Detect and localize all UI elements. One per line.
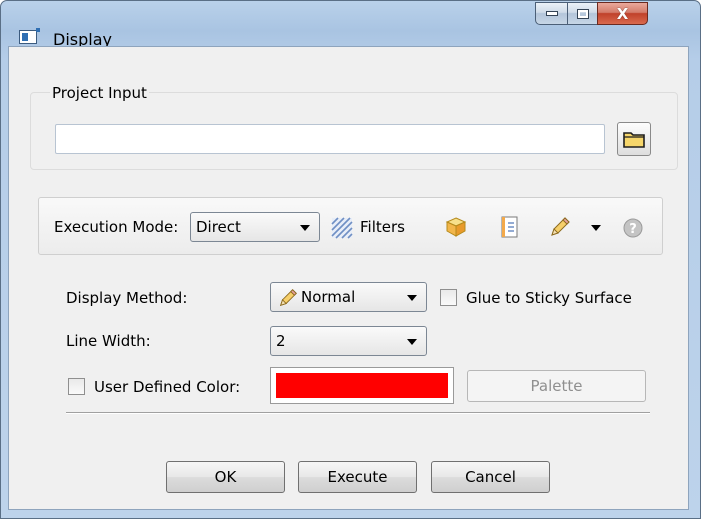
user-color-label[interactable]: User Defined Color: [94,378,240,396]
cube-icon[interactable] [445,216,467,238]
document-icon[interactable] [500,215,520,239]
title-bar[interactable]: Display X [1,1,700,49]
pencil-icon[interactable] [548,215,572,239]
maximize-icon [576,8,589,19]
line-width-label: Line Width: [66,332,151,350]
line-width-value: 2 [276,332,286,350]
execution-mode-value: Direct [196,218,241,236]
execute-button[interactable]: Execute [298,461,417,493]
glue-label[interactable]: Glue to Sticky Surface [466,289,632,307]
palette-button[interactable]: Palette [467,370,646,402]
window-app-icon [19,28,40,44]
separator-highlight [66,413,650,414]
execution-mode-select[interactable]: Direct [190,212,320,242]
filters-icon[interactable] [331,217,353,239]
color-swatch-frame[interactable] [270,367,454,404]
filters-label[interactable]: Filters [360,218,405,236]
line-width-select[interactable]: 2 [270,326,427,356]
pencil-icon [279,289,297,307]
close-icon: X [616,4,629,23]
glue-checkbox[interactable] [440,289,457,306]
display-method-label: Display Method: [66,289,188,307]
chevron-down-icon [407,339,417,345]
maximize-button[interactable] [567,2,598,25]
display-method-value: Normal [301,288,356,306]
cancel-button[interactable]: Cancel [431,461,550,493]
help-icon[interactable]: ? [622,217,644,239]
close-button[interactable]: X [597,2,648,25]
display-method-select[interactable]: Normal [270,282,427,312]
folder-icon [623,132,645,148]
ok-button[interactable]: OK [166,461,285,493]
browse-folder-button[interactable] [617,122,651,156]
chevron-down-icon [407,295,417,301]
svg-text:?: ? [629,222,637,237]
minimize-icon [545,11,558,16]
user-color-checkbox[interactable] [68,378,85,395]
execution-mode-label: Execution Mode: [54,218,179,236]
minimize-button[interactable] [535,2,568,25]
project-path-input[interactable] [55,124,605,154]
color-swatch [276,373,448,398]
dropdown-arrow-icon[interactable] [591,225,601,231]
chevron-down-icon [300,225,310,231]
project-input-label: Project Input [50,84,149,102]
